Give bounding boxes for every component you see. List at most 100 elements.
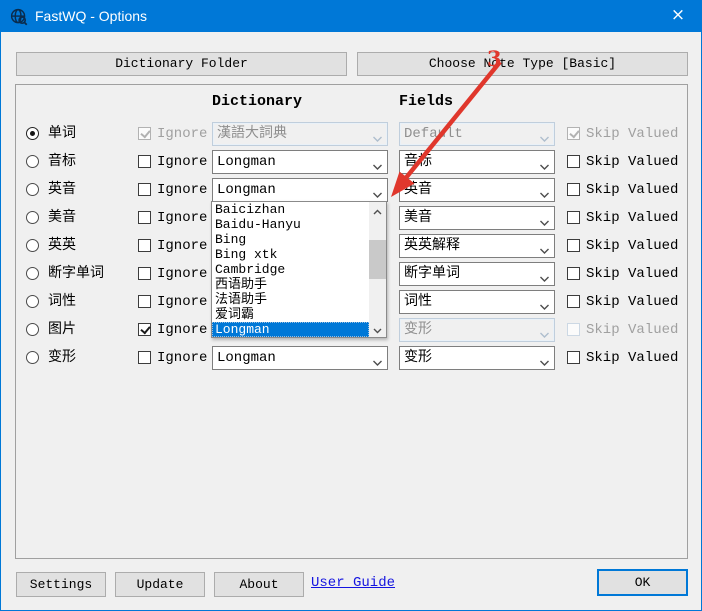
field-combo-value: 变形 — [404, 347, 534, 369]
dropdown-item-selected[interactable]: Longman — [212, 322, 369, 337]
radio-hyphen-word[interactable] — [26, 267, 39, 280]
skip-valued-checkbox[interactable] — [567, 239, 580, 252]
ignore-label: Ignore — [157, 122, 207, 146]
skip-valued-checkbox[interactable] — [567, 183, 580, 196]
close-button[interactable]: × — [655, 1, 701, 32]
dropdown-item[interactable]: 爱词霸 — [212, 307, 369, 322]
skip-valued-checkbox[interactable] — [567, 155, 580, 168]
settings-button[interactable]: Settings — [16, 572, 106, 597]
field-combo[interactable]: 音标 — [399, 150, 555, 174]
update-button[interactable]: Update — [115, 572, 205, 597]
field-combo[interactable]: 变形 — [399, 318, 555, 342]
ignore-label: Ignore — [157, 318, 207, 342]
option-row-phonetic: 音标 Ignore Longman 音标 Skip Valued — [16, 150, 689, 174]
field-combo[interactable]: Default — [399, 122, 555, 146]
skip-valued-label: Skip Valued — [586, 234, 678, 258]
field-combo-value: 断字单词 — [404, 263, 534, 285]
ignore-label: Ignore — [157, 206, 207, 230]
ignore-checkbox[interactable] — [138, 323, 151, 336]
chevron-down-icon — [539, 130, 551, 139]
choose-note-type-button[interactable]: Choose Note Type [Basic] — [357, 52, 688, 76]
dropdown-scrollbar[interactable] — [369, 202, 386, 337]
radio-pos[interactable] — [26, 295, 39, 308]
field-combo[interactable]: 美音 — [399, 206, 555, 230]
skip-valued-checkbox[interactable] — [567, 351, 580, 364]
field-combo[interactable]: 变形 — [399, 346, 555, 370]
about-button[interactable]: About — [214, 572, 304, 597]
skip-valued-checkbox[interactable] — [567, 295, 580, 308]
chevron-down-icon — [539, 214, 551, 223]
window-title: FastWQ - Options — [35, 1, 147, 32]
field-combo[interactable]: 词性 — [399, 290, 555, 314]
field-combo-value: 词性 — [404, 291, 534, 313]
ignore-checkbox[interactable] — [138, 295, 151, 308]
dropdown-item[interactable]: Cambridge — [212, 262, 369, 277]
row-label: 音标 — [48, 150, 76, 174]
dropdown-item[interactable]: 法语助手 — [212, 292, 369, 307]
dictionary-combo-open[interactable]: Longman — [212, 178, 388, 202]
scroll-down-icon[interactable] — [369, 321, 386, 337]
row-label: 单词 — [48, 122, 76, 146]
dictionary-folder-button[interactable]: Dictionary Folder — [16, 52, 347, 76]
radio-word[interactable] — [26, 127, 39, 140]
dictionary-combo[interactable]: Longman — [212, 150, 388, 174]
radio-image[interactable] — [26, 323, 39, 336]
chevron-down-icon — [372, 354, 384, 363]
globe-search-icon — [10, 8, 28, 26]
dictionary-column-header: Dictionary — [212, 93, 302, 110]
field-combo[interactable]: 断字单词 — [399, 262, 555, 286]
skip-valued-checkbox[interactable] — [567, 323, 580, 336]
skip-valued-checkbox[interactable] — [567, 267, 580, 280]
ok-button[interactable]: OK — [597, 569, 688, 596]
dictionary-combo-value: Longman — [217, 151, 367, 173]
row-label: 美音 — [48, 206, 76, 230]
dictionary-combo[interactable]: 漢語大詞典 — [212, 122, 388, 146]
skip-valued-label: Skip Valued — [586, 122, 678, 146]
dropdown-item[interactable]: Bing xtk — [212, 247, 369, 262]
radio-en-def[interactable] — [26, 239, 39, 252]
row-label: 变形 — [48, 346, 76, 370]
field-combo[interactable]: 英音 — [399, 178, 555, 202]
ignore-label: Ignore — [157, 262, 207, 286]
ignore-checkbox[interactable] — [138, 239, 151, 252]
user-guide-link[interactable]: User Guide — [311, 575, 395, 591]
chevron-down-icon — [539, 326, 551, 335]
fields-column-header: Fields — [399, 93, 453, 110]
skip-valued-checkbox[interactable] — [567, 211, 580, 224]
dropdown-item[interactable]: Baicizhan — [212, 202, 369, 217]
skip-valued-checkbox[interactable] — [567, 127, 580, 140]
ignore-checkbox[interactable] — [138, 267, 151, 280]
ignore-label: Ignore — [157, 234, 207, 258]
field-combo-value: 英音 — [404, 179, 534, 201]
chevron-down-icon — [539, 270, 551, 279]
skip-valued-label: Skip Valued — [586, 318, 678, 342]
radio-phonetic[interactable] — [26, 155, 39, 168]
ignore-checkbox[interactable] — [138, 211, 151, 224]
scrollbar-thumb[interactable] — [369, 240, 386, 279]
scroll-up-icon[interactable] — [369, 202, 386, 218]
fastwq-options-window: FastWQ - Options × Dictionary Folder Cho… — [0, 0, 702, 611]
chevron-down-icon — [372, 130, 384, 139]
dropdown-item[interactable]: 西语助手 — [212, 277, 369, 292]
skip-valued-label: Skip Valued — [586, 150, 678, 174]
chevron-down-icon — [539, 354, 551, 363]
radio-uk-audio[interactable] — [26, 183, 39, 196]
dictionary-combo[interactable]: Longman — [212, 346, 388, 370]
ignore-checkbox[interactable] — [138, 183, 151, 196]
option-row-word: 单词 Ignore 漢語大詞典 Default Skip Valued — [16, 122, 689, 146]
dropdown-item[interactable]: Bing — [212, 232, 369, 247]
ignore-checkbox[interactable] — [138, 127, 151, 140]
ignore-checkbox[interactable] — [138, 351, 151, 364]
field-combo-value: 美音 — [404, 207, 534, 229]
ignore-label: Ignore — [157, 150, 207, 174]
chevron-down-icon — [539, 242, 551, 251]
field-combo[interactable]: 英英解释 — [399, 234, 555, 258]
field-combo-value: Default — [404, 123, 534, 145]
chevron-down-icon — [372, 158, 384, 167]
dropdown-item[interactable]: Baidu-Hanyu — [212, 217, 369, 232]
ignore-label: Ignore — [157, 346, 207, 370]
radio-inflection[interactable] — [26, 351, 39, 364]
field-combo-value: 英英解释 — [404, 235, 534, 257]
ignore-checkbox[interactable] — [138, 155, 151, 168]
radio-us-audio[interactable] — [26, 211, 39, 224]
